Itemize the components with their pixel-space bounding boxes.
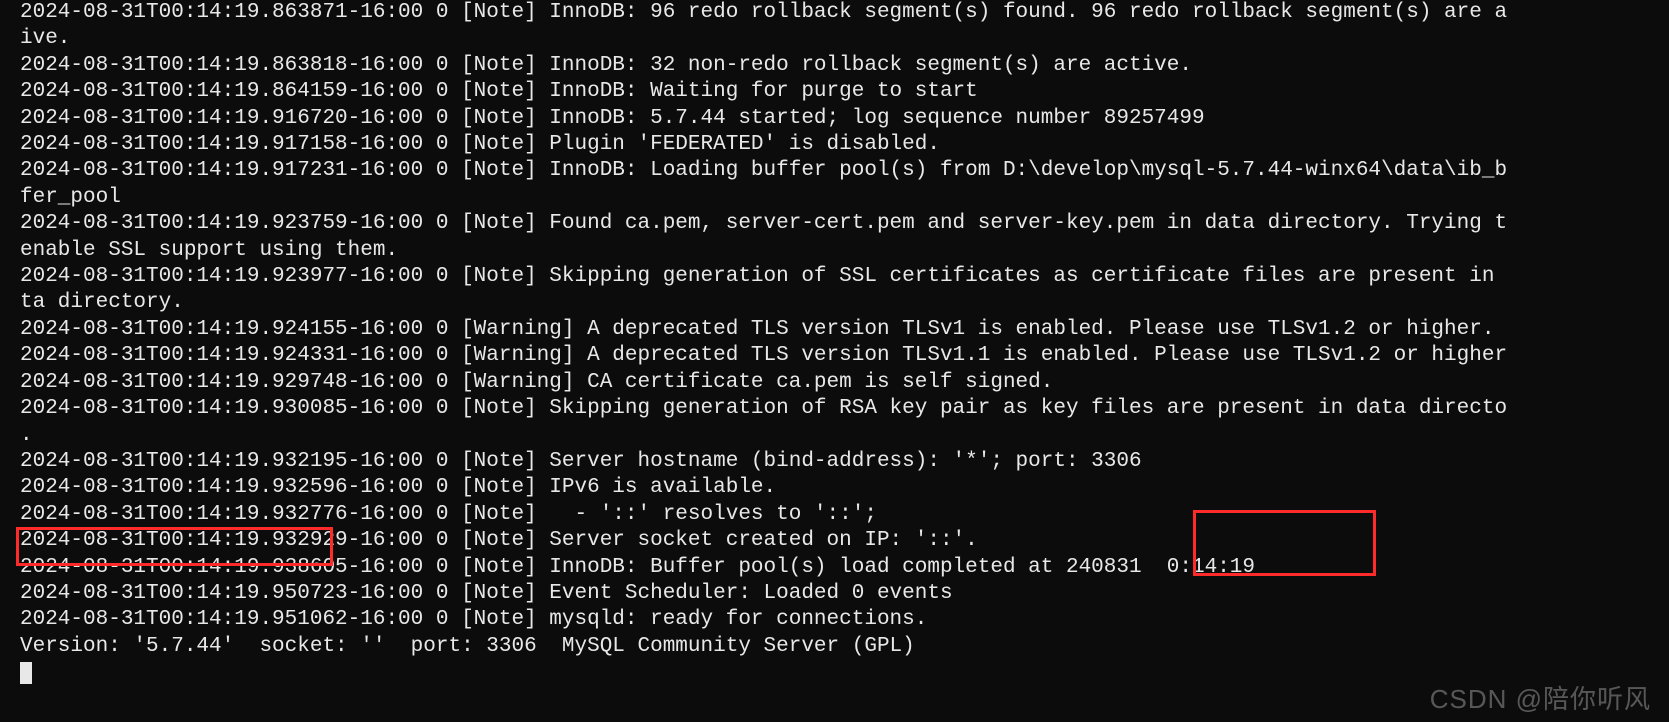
terminal-window[interactable]: 2024-08-31T00:14:19.863871-16:00 0 [Note… <box>0 0 1669 722</box>
terminal-log: 2024-08-31T00:14:19.863871-16:00 0 [Note… <box>0 0 1669 687</box>
text-cursor <box>20 662 32 684</box>
watermark-text: CSDN @陪你听风 <box>1430 686 1651 712</box>
